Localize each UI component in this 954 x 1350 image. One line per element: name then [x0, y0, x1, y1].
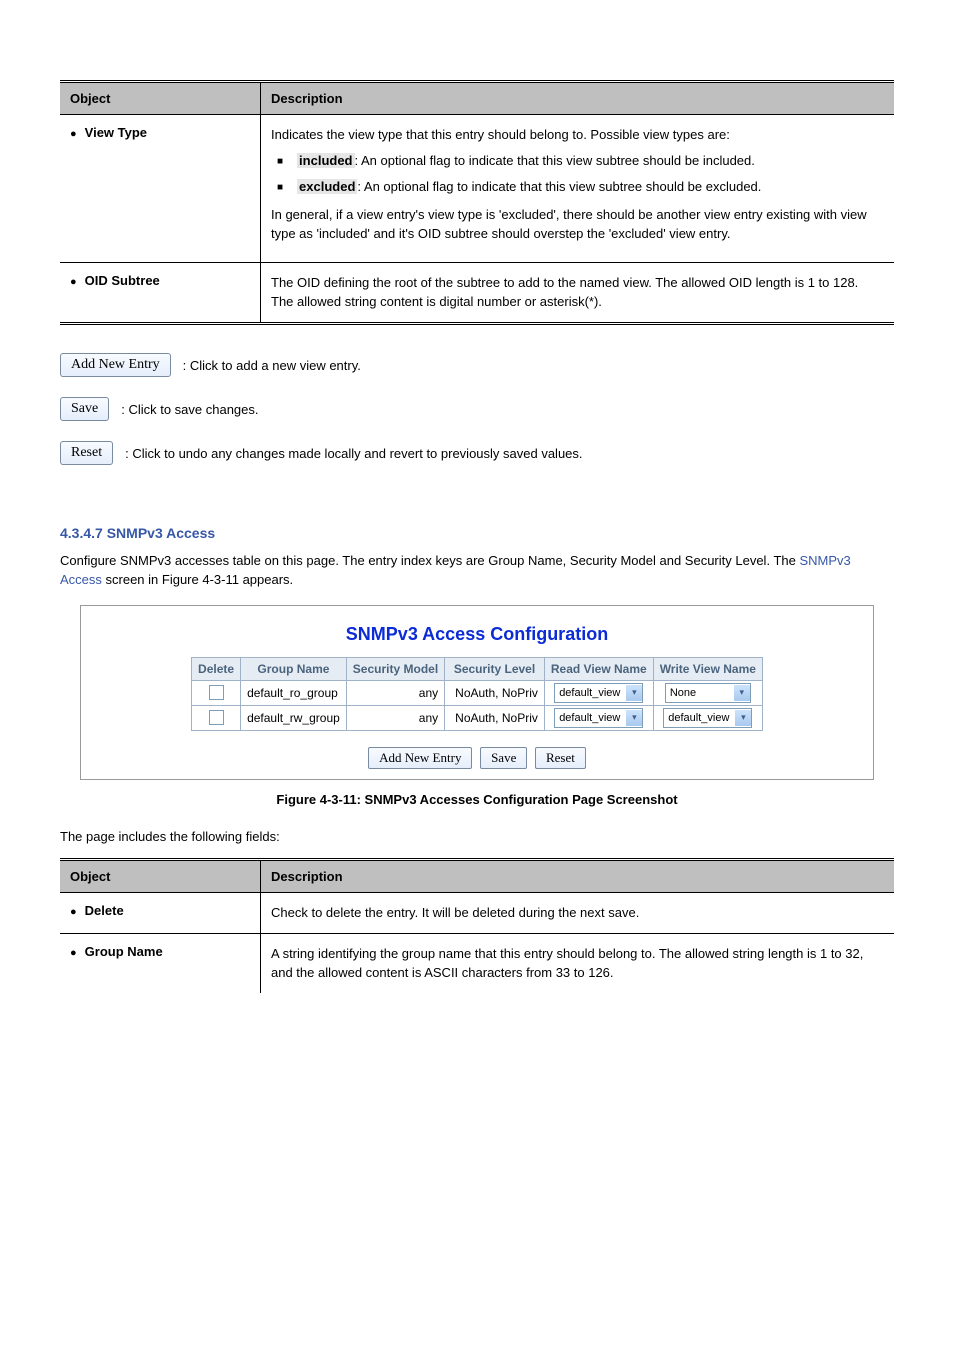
figure-caption: Figure 4-3-11: SNMPv3 Accesses Configura… [60, 792, 894, 807]
reset-button[interactable]: Reset [60, 441, 113, 465]
panel-title: SNMPv3 Access Configuration [91, 624, 863, 645]
page-fields-intro: The page includes the following fields: [60, 827, 894, 847]
option-excluded-label: excluded [297, 179, 357, 194]
option-excluded-text: : An optional flag to indicate that this… [357, 179, 761, 194]
col-group-name: Group Name [241, 657, 347, 680]
table-row: default_rw_group any NoAuth, NoPriv defa… [192, 705, 763, 730]
view-type-table: Object Description ● View Type Indicates… [60, 80, 894, 325]
chevron-down-icon: ▾ [735, 710, 751, 726]
view-type-note: In general, if a view entry's view type … [271, 205, 884, 244]
th-description-2: Description [261, 860, 895, 893]
bullet-icon: ● [70, 944, 77, 962]
cell-sec-level: NoAuth, NoPriv [445, 680, 545, 705]
access-fields-table: Object Description ● Delete Check to del… [60, 858, 894, 993]
chevron-down-icon: ▾ [626, 685, 642, 701]
col-write-view: Write View Name [653, 657, 762, 680]
th-description: Description [261, 82, 895, 115]
write-view-select[interactable]: None ▾ [665, 683, 751, 703]
oid-subtree-desc: The OID defining the root of the subtree… [271, 273, 884, 312]
delete-checkbox[interactable] [209, 710, 224, 725]
reset-desc: : Click to undo any changes made locally… [125, 441, 582, 464]
th-object-2: Object [60, 860, 261, 893]
view-type-intro: Indicates the view type that this entry … [271, 125, 884, 145]
col-security-level: Security Level [445, 657, 545, 680]
option-included-label: included [297, 153, 354, 168]
panel-save-button[interactable]: Save [480, 747, 527, 769]
chevron-down-icon: ▾ [734, 685, 750, 701]
section-intro: Configure SNMPv3 accesses table on this … [60, 551, 894, 590]
delete-checkbox[interactable] [209, 685, 224, 700]
chevron-down-icon: ▾ [626, 710, 642, 726]
group-name-desc: A string identifying the group name that… [271, 944, 884, 983]
bullet-icon: ● [70, 125, 77, 143]
panel-add-new-entry-button[interactable]: Add New Entry [368, 747, 472, 769]
cell-sec-model: any [346, 705, 444, 730]
col-read-view: Read View Name [544, 657, 653, 680]
add-new-entry-button[interactable]: Add New Entry [60, 353, 171, 377]
write-view-select[interactable]: default_view ▾ [663, 708, 752, 728]
snmpv3-access-panel: SNMPv3 Access Configuration Delete Group… [80, 605, 874, 780]
cell-group-name: default_ro_group [241, 680, 347, 705]
bullet-icon: ● [70, 273, 77, 291]
cell-sec-model: any [346, 680, 444, 705]
add-new-entry-desc: : Click to add a new view entry. [183, 358, 361, 373]
read-view-select[interactable]: default_view ▾ [554, 683, 643, 703]
row-object-view-type: View Type [85, 125, 147, 140]
cell-sec-level: NoAuth, NoPriv [445, 705, 545, 730]
square-icon: ■ [277, 179, 283, 197]
square-icon: ■ [277, 153, 283, 171]
read-view-select[interactable]: default_view ▾ [554, 708, 643, 728]
col-security-model: Security Model [346, 657, 444, 680]
delete-desc: Check to delete the entry. It will be de… [271, 903, 884, 923]
table-row: default_ro_group any NoAuth, NoPriv defa… [192, 680, 763, 705]
option-included-text: : An optional flag to indicate that this… [355, 153, 755, 168]
cell-group-name: default_rw_group [241, 705, 347, 730]
row-object-oid-subtree: OID Subtree [85, 273, 160, 288]
row-object-group-name: Group Name [85, 944, 163, 959]
bullet-icon: ● [70, 903, 77, 921]
col-delete: Delete [192, 657, 241, 680]
save-desc: : Click to save changes. [121, 397, 258, 420]
panel-reset-button[interactable]: Reset [535, 747, 586, 769]
access-grid: Delete Group Name Security Model Securit… [191, 657, 763, 731]
save-button[interactable]: Save [60, 397, 109, 421]
row-object-delete: Delete [85, 903, 124, 918]
section-heading: 4.3.4.7 SNMPv3 Access [60, 525, 894, 541]
th-object: Object [60, 82, 261, 115]
